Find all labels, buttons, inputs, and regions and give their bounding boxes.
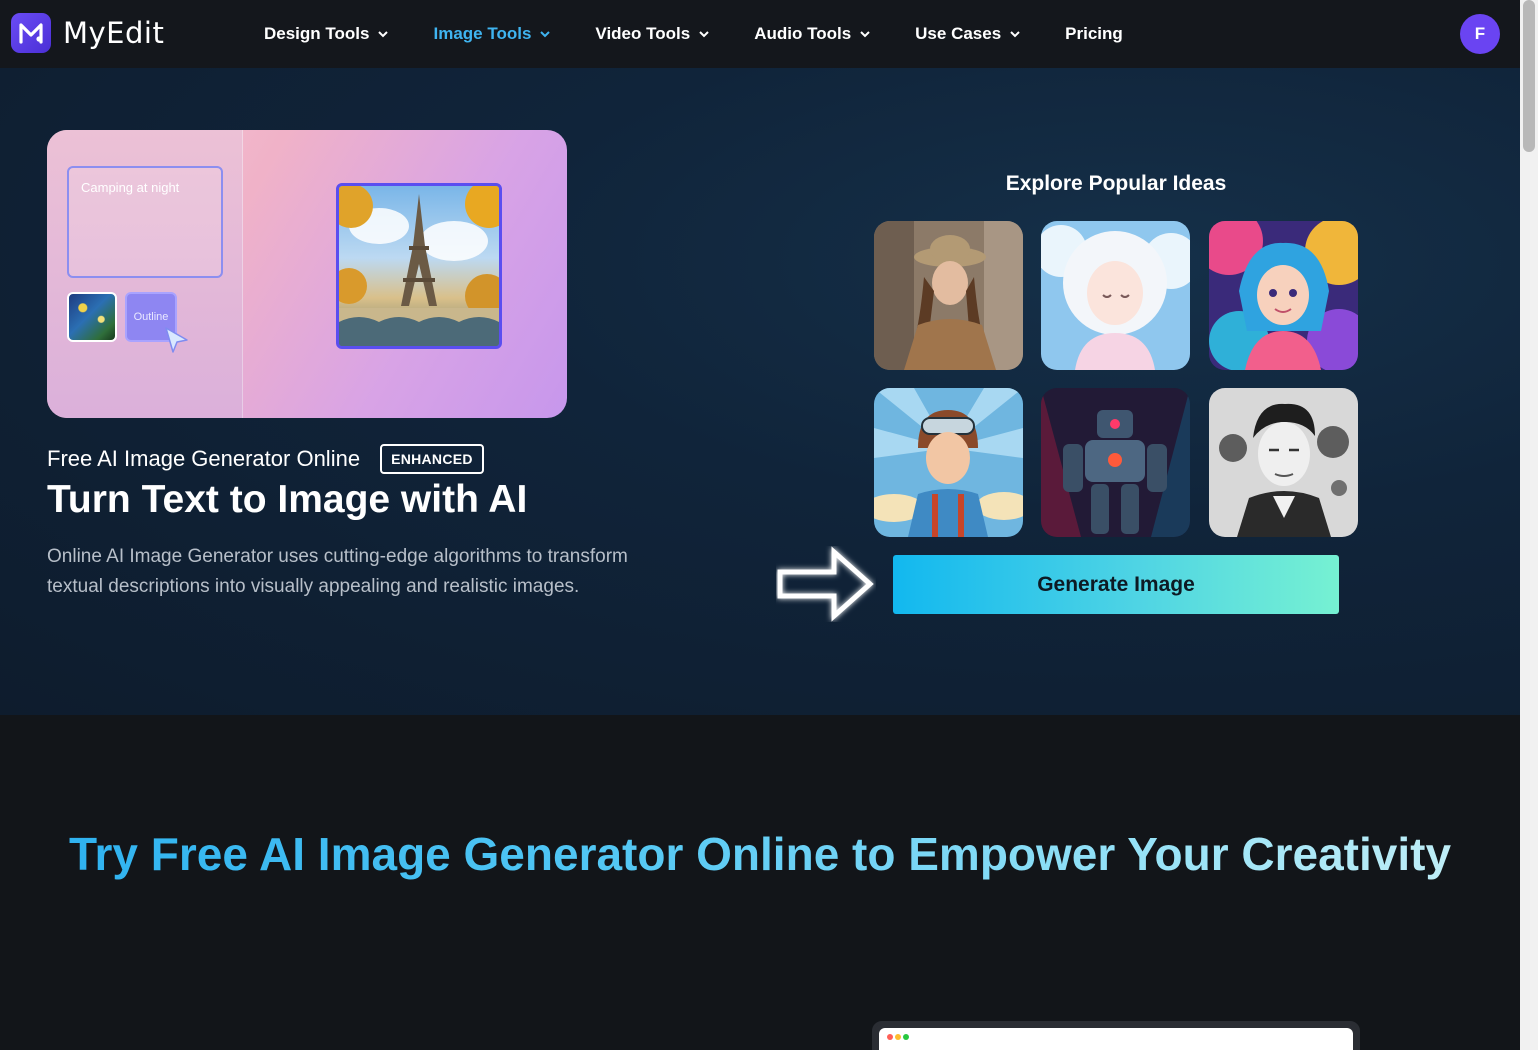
myedit-logo-icon (11, 13, 51, 53)
enhanced-badge: ENHANCED (380, 444, 484, 474)
nav-audio-tools-label: Audio Tools (754, 24, 852, 43)
chevron-down-icon (378, 31, 389, 38)
preview-outline-label: Outline (133, 311, 169, 323)
hero-description: Online AI Image Generator uses cutting-e… (47, 546, 628, 597)
eiffel-tower-image-icon (336, 183, 502, 349)
nav-image-tools[interactable]: Image Tools (433, 24, 551, 44)
nav-menu: Design Tools Image Tools Video Tools Aud… (264, 0, 1167, 68)
idea-colorful-anime-girl-icon[interactable] (1209, 221, 1358, 370)
chevron-down-icon (1010, 31, 1020, 38)
page-scrollbar[interactable] (1520, 0, 1538, 1050)
hero-section: Camping at night Outline Free AI Image G… (0, 68, 1520, 715)
nav-use-cases[interactable]: Use Cases (915, 24, 1021, 44)
browser-window-preview (872, 1021, 1360, 1050)
hero-title: Turn Text to Image with AI (47, 478, 528, 521)
window-close-dot-icon (887, 1034, 893, 1040)
window-maximize-dot-icon (903, 1034, 909, 1040)
idea-ink-portrait-man-icon[interactable] (1209, 388, 1358, 537)
brand-name: MyEdit (63, 16, 165, 50)
nav-design-tools[interactable]: Design Tools (264, 24, 389, 44)
nav-audio-tools[interactable]: Audio Tools (754, 24, 871, 44)
chevron-down-icon (699, 31, 709, 38)
right-arrow-icon (777, 546, 874, 622)
nav-video-tools[interactable]: Video Tools (595, 24, 710, 44)
generate-image-button[interactable]: Generate Image (893, 555, 1339, 614)
creativity-section-title: Try Free AI Image Generator Online to Em… (0, 827, 1520, 881)
nav-image-tools-label: Image Tools (433, 24, 532, 43)
creativity-section: Try Free AI Image Generator Online to Em… (0, 715, 1520, 1050)
hero-subtitle: Free AI Image Generator Online (47, 446, 361, 471)
mouse-cursor-icon (165, 327, 188, 353)
hero-preview-card: Camping at night Outline (47, 130, 567, 418)
explore-ideas-title: Explore Popular Ideas (1005, 172, 1227, 195)
nav-use-cases-label: Use Cases (915, 24, 1002, 43)
user-avatar[interactable]: F (1460, 14, 1500, 54)
window-minimize-dot-icon (895, 1034, 901, 1040)
preview-prompt-box: Camping at night (67, 166, 223, 278)
idea-robot-mech-icon[interactable] (1041, 388, 1190, 537)
chevron-down-icon (860, 31, 870, 38)
chevron-down-icon (540, 31, 551, 38)
scrollbar-thumb[interactable] (1523, 0, 1535, 152)
nav-pricing-label: Pricing (1065, 24, 1123, 43)
idea-anime-cloud-girl-icon[interactable] (1041, 221, 1190, 370)
nav-pricing[interactable]: Pricing (1065, 24, 1123, 44)
preview-prompt-text: Camping at night (81, 180, 180, 195)
idea-woman-street-photo-icon[interactable] (874, 221, 1023, 370)
nav-video-tools-label: Video Tools (595, 24, 691, 43)
brand-logo[interactable]: MyEdit (11, 13, 164, 53)
preview-left-panel: Camping at night Outline (47, 130, 243, 418)
nav-design-tools-label: Design Tools (264, 24, 370, 43)
starry-night-thumbnail-icon (67, 292, 117, 342)
hero-subtitle-row: Free AI Image Generator Online ENHANCED (47, 444, 484, 474)
top-navigation: MyEdit Design Tools Image Tools Video To… (0, 0, 1520, 68)
idea-pop-art-pilot-icon[interactable] (874, 388, 1023, 537)
browser-preview-content (879, 1028, 1353, 1050)
